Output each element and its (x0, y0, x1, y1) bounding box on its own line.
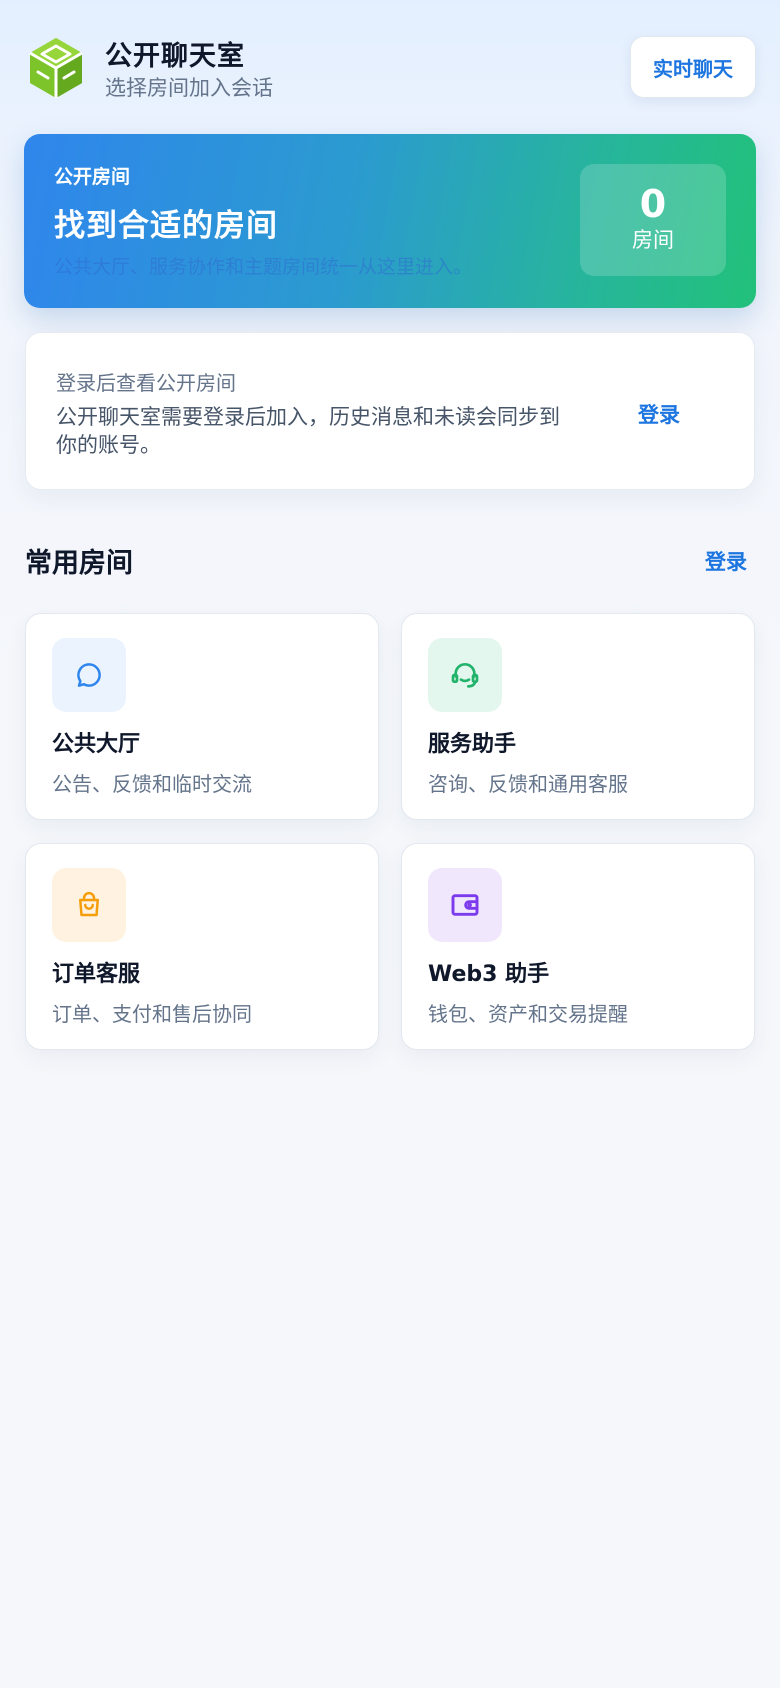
room-card-title: 公共大厅 (52, 732, 141, 757)
hero-kicker: 公开房间 (54, 166, 131, 188)
chat-bubble-icon (52, 638, 126, 712)
room-card-description: 订单、支付和售后协同 (52, 1002, 252, 1026)
login-prompt-card: 登录后查看公开房间 公开聊天室需要登录后加入，历史消息和未读会同步到你的账号。 … (25, 332, 755, 490)
room-count-value: 0 (639, 182, 667, 226)
room-card-public-hall[interactable]: 公共大厅 公告、反馈和临时交流 (25, 613, 379, 820)
hero-banner: 公开房间 找到合适的房间 公共大厅、服务协作和主题房间统一从这里进入。 0 房间 (24, 134, 756, 308)
login-prompt-kicker: 登录后查看公开房间 (56, 371, 236, 395)
cube-logo-icon (28, 36, 84, 100)
hero-description: 公共大厅、服务协作和主题房间统一从这里进入。 (54, 256, 473, 278)
room-card-title: Web3 助手 (428, 962, 550, 987)
wallet-icon (428, 868, 502, 942)
login-prompt-description: 公开聊天室需要登录后加入，历史消息和未读会同步到你的账号。 (56, 405, 560, 457)
app-header: 公开聊天室 选择房间加入会话 实时聊天 (26, 34, 756, 102)
hero-title: 找到合适的房间 (54, 208, 278, 244)
room-card-order-service[interactable]: 订单客服 订单、支付和售后协同 (25, 843, 379, 1050)
room-card-description: 钱包、资产和交易提醒 (428, 1002, 628, 1026)
login-button[interactable]: 登录 (638, 399, 680, 429)
room-card-web3-assistant[interactable]: Web3 助手 钱包、资产和交易提醒 (401, 843, 755, 1050)
app-subtitle: 选择房间加入会话 (105, 76, 273, 100)
app-title: 公开聊天室 (105, 41, 245, 72)
live-chat-button[interactable]: 实时聊天 (630, 36, 756, 98)
room-card-title: 服务助手 (428, 732, 517, 757)
room-count-stat: 0 房间 (580, 164, 726, 276)
shopping-bag-icon (52, 868, 126, 942)
headset-icon (428, 638, 502, 712)
room-card-description: 咨询、反馈和通用客服 (428, 772, 628, 796)
section-title: 常用房间 (25, 548, 133, 579)
room-card-description: 公告、反馈和临时交流 (52, 772, 252, 796)
room-card-service-assistant[interactable]: 服务助手 咨询、反馈和通用客服 (401, 613, 755, 820)
section-login-link[interactable]: 登录 (705, 546, 747, 576)
room-count-unit: 房间 (632, 228, 674, 252)
room-card-title: 订单客服 (52, 962, 141, 987)
